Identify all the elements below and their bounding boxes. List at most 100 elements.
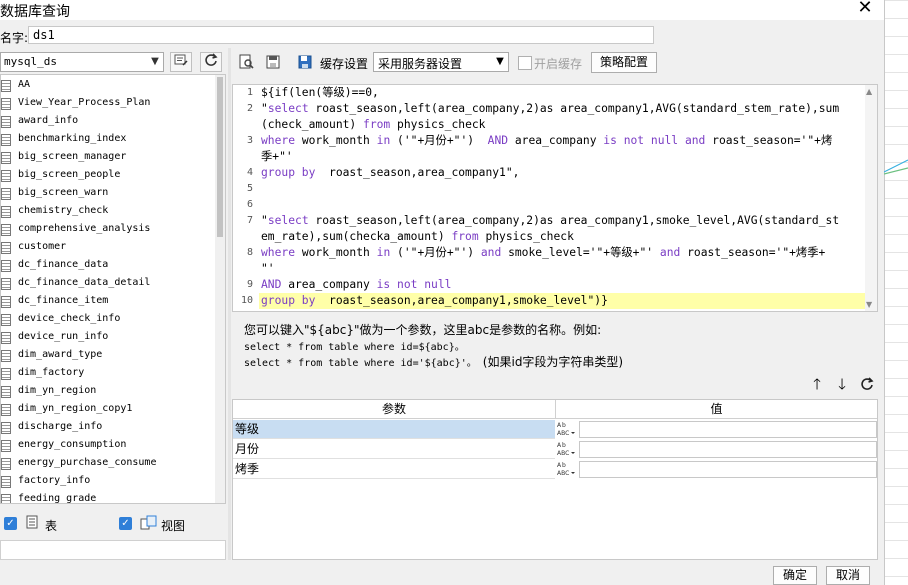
table-icon [1,134,11,146]
table-list-item[interactable]: dc_finance_item [1,293,215,311]
refresh-icon [205,53,218,66]
table-list-scrollbar[interactable] [215,75,225,503]
sql-editor[interactable]: 1 2 3 4 5 6 7 8 9 10 ▲ ▼ ${if(len(等级)==0, "select … [232,84,878,312]
enable-cache-checkbox[interactable] [518,56,532,70]
table-name: View_Year_Process_Plan [18,97,151,108]
refresh-button[interactable] [200,52,222,72]
table-list-item[interactable]: discharge_info [1,419,215,437]
table-search-box[interactable] [0,540,226,560]
code-line[interactable]: group by roast_season,area_company1,smok… [261,293,861,309]
table-list-item[interactable]: big_screen_warn [1,185,215,203]
dialog-title: 数据库查询 [0,4,70,20]
views-label: 视图 [161,519,186,533]
ok-button[interactable]: 确定 [773,566,817,585]
param-name[interactable]: 等级 [233,420,555,439]
code-line[interactable]: (check_amount) from physics_check [261,117,861,133]
cache-mode-select[interactable]: 采用服务器设置 ▼ [373,52,509,72]
arrow-up-icon[interactable]: 🡑 [808,374,826,394]
table-list-item[interactable]: energy_consumption [1,437,215,455]
datasource-value: mysql_ds [4,55,57,68]
table-list-item[interactable]: device_run_info [1,329,215,347]
table-list-item[interactable]: dim_award_type [1,347,215,365]
param-row[interactable]: 烤季 Ab ABC [233,460,877,479]
cancel-button[interactable]: 取消 [826,566,870,585]
code-line[interactable] [261,181,861,197]
table-icon [1,116,11,128]
param-row[interactable]: 月份 Ab ABC [233,440,877,459]
scroll-up-icon[interactable]: ▲ [866,87,872,96]
strategy-config-button[interactable]: 策略配置 [591,52,657,73]
param-row[interactable]: 等级 Ab ABC [233,420,877,439]
table-icon [1,152,11,164]
code-line[interactable]: "select roast_season,left(area_company,2… [261,213,861,229]
edit-datasource-button[interactable] [170,52,192,72]
view-icon [140,515,157,531]
code-line[interactable]: where work_month in ('"+月份+"') and smoke… [261,245,861,261]
close-icon[interactable]: ✕ [855,0,875,18]
table-list-item[interactable]: big_screen_people [1,167,215,185]
param-type-icon[interactable]: Ab ABC [556,440,578,459]
preview-button[interactable] [238,54,256,72]
param-name[interactable]: 月份 [233,440,555,459]
param-type-icon[interactable]: Ab ABC [556,460,578,479]
name-input[interactable]: ds1 [28,26,654,44]
table-list-item[interactable]: device_check_info [1,311,215,329]
title-bar: 数据库查询 ✕ [0,0,884,20]
table-list-item[interactable]: big_screen_manager [1,149,215,167]
table-list-item[interactable]: dim_yn_region_copy1 [1,401,215,419]
table-name: comprehensive_analysis [18,223,151,234]
param-hint-example2-code: select * from table where id='${abc}'。 [244,358,477,369]
line-number: 9 [246,279,253,290]
table-icon [1,80,11,92]
code-line[interactable]: group by roast_season,area_company1", [261,165,861,181]
code-line[interactable]: "' [261,261,861,277]
param-type-icon[interactable]: Ab ABC [556,420,578,439]
table-list-item[interactable]: customer [1,239,215,257]
tables-checkbox[interactable]: ✓ [4,517,17,530]
param-hint-example2: select * from table where id='${abc}'。 (… [244,353,623,370]
code-line[interactable]: "select roast_season,left(area_company,2… [261,101,861,117]
table-list-item[interactable]: dim_yn_region [1,383,215,401]
table-list-item[interactable]: feeding_grade [1,491,215,503]
arrow-down-icon[interactable]: 🡓 [833,374,851,394]
table-list-item[interactable]: award_info [1,113,215,131]
views-checkbox[interactable]: ✓ [119,517,132,530]
editor-scrollbar[interactable]: ▲ ▼ [865,85,877,311]
table-name: customer [18,241,67,252]
param-value-input[interactable] [579,421,877,438]
code-line[interactable]: 季+"' [261,149,861,165]
param-name[interactable]: 烤季 [233,460,555,479]
line-number: 10 [240,295,253,306]
table-list-item[interactable]: dim_factory [1,365,215,383]
save-button[interactable] [264,54,282,72]
pane-splitter[interactable] [228,48,231,560]
scroll-down-icon[interactable]: ▼ [866,300,872,309]
table-list-item[interactable]: AA [1,77,215,95]
code-line[interactable] [261,197,861,213]
code-line[interactable]: AND area_company is not null [261,277,861,293]
table-name: dim_yn_region [18,385,97,396]
line-number: 6 [246,199,253,210]
table-name: award_info [18,115,79,126]
table-icon [1,458,11,470]
table-list-item[interactable]: factory_info [1,473,215,491]
code-line[interactable]: ${if(len(等级)==0, [261,85,861,101]
table-name: chemistry_check [18,205,109,216]
table-list[interactable]: AA View_Year_Process_Plan award_infobenchm… [0,74,226,504]
table-list-item[interactable]: chemistry_check [1,203,215,221]
param-value-input[interactable] [579,461,877,478]
scrollbar-thumb[interactable] [217,77,223,237]
table-list-item[interactable]: comprehensive_analysis [1,221,215,239]
refresh-params-button[interactable] [858,374,876,394]
param-value-input[interactable] [579,441,877,458]
table-icon [1,242,11,254]
code-line[interactable]: em_rate),sum(checka_amount) from physics… [261,229,861,245]
datasource-select[interactable]: mysql_ds ▼ [0,52,164,72]
table-list-item[interactable]: benchmarking_index [1,131,215,149]
code-line[interactable]: where work_month in ('"+月份+"') AND area_… [261,133,861,149]
table-list-item[interactable]: energy_purchase_consume [1,455,215,473]
table-list-item[interactable]: dc_finance_data_detail [1,275,215,293]
table-list-item[interactable]: View_Year_Process_Plan [1,95,215,113]
table-list-item[interactable]: dc_finance_data [1,257,215,275]
chevron-down-icon: ▼ [496,56,504,67]
